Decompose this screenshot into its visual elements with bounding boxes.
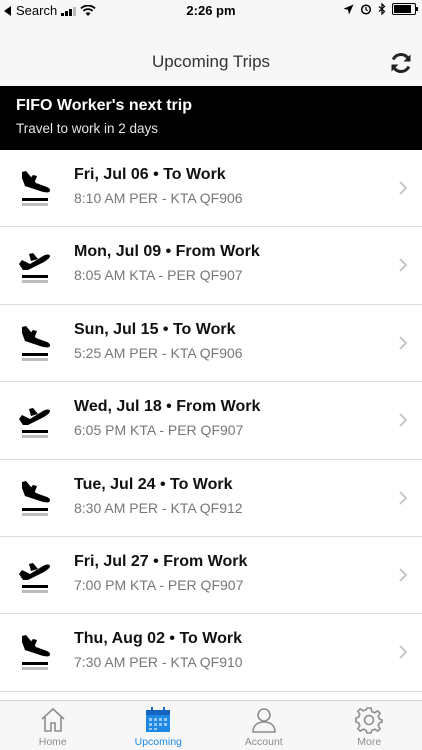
refresh-icon[interactable] bbox=[388, 50, 414, 76]
person-icon bbox=[251, 708, 276, 733]
trip-title: Thu, Aug 02 • To Work bbox=[74, 630, 242, 648]
trip-row[interactable]: Tue, Jul 24 • To Work 8:30 AM PER - KTA … bbox=[0, 460, 422, 537]
battery-icon bbox=[392, 3, 418, 15]
trip-details: 7:30 AM PER - KTA QF910 bbox=[74, 654, 243, 671]
chevron-right-icon bbox=[399, 258, 408, 273]
tab-upcoming[interactable]: Upcoming bbox=[106, 701, 212, 750]
tab-label: Account bbox=[244, 736, 283, 748]
trip-row[interactable]: Wed, Jul 18 • From Work 6:05 PM KTA - PE… bbox=[0, 382, 422, 460]
trip-row[interactable]: Mon, Jul 09 • From Work 8:05 AM KTA - PE… bbox=[0, 227, 422, 305]
tab-more[interactable]: More bbox=[317, 701, 422, 750]
trip-title: Fri, Jul 27 • From Work bbox=[74, 552, 248, 570]
trip-row[interactable]: Sun, Jul 15 • To Work 5:25 AM PER - KTA … bbox=[0, 305, 422, 383]
chevron-right-icon bbox=[399, 568, 408, 582]
trip-details: 5:25 AM PER - KTA QF906 bbox=[74, 344, 243, 361]
tab-label: Home bbox=[38, 736, 67, 748]
gear-icon bbox=[355, 707, 384, 734]
trip-details: 8:30 AM PER - KTA QF912 bbox=[74, 499, 243, 516]
trip-row[interactable]: Fri, Jul 06 • To Work 8:10 AM PER - KTA … bbox=[0, 150, 422, 228]
chevron-right-icon bbox=[399, 645, 408, 660]
page-title: Upcoming Trips bbox=[151, 52, 271, 71]
banner-title: FIFO Worker's next trip bbox=[16, 97, 192, 114]
chevron-right-icon bbox=[399, 490, 408, 505]
banner-subtitle: Travel to work in 2 days bbox=[16, 121, 159, 136]
navigation-bar: Upcoming Trips bbox=[0, 22, 422, 86]
calendar-icon bbox=[146, 707, 171, 732]
chevron-right-icon bbox=[399, 181, 408, 195]
trip-details: 8:05 AM KTA - PER QF907 bbox=[74, 267, 243, 284]
bluetooth-icon bbox=[378, 3, 386, 15]
trip-details: 8:10 AM PER - KTA QF906 bbox=[74, 190, 243, 206]
trip-title: Fri, Jul 06 • To Work bbox=[74, 166, 226, 183]
trip-title: Wed, Jul 18 • From Work bbox=[74, 398, 261, 416]
plane-takeoff-icon bbox=[19, 562, 50, 593]
plane-landing-icon bbox=[22, 325, 51, 361]
tab-home[interactable]: Home bbox=[0, 701, 106, 750]
plane-landing-icon bbox=[22, 635, 51, 671]
next-trip-banner: FIFO Worker's next trip Travel to work i… bbox=[0, 86, 422, 150]
tab-label: More bbox=[357, 736, 382, 748]
status-bar: Search 2:26 pm bbox=[0, 0, 422, 22]
trip-row[interactable]: Fri, Jul 27 • From Work 7:00 PM KTA - PE… bbox=[0, 537, 422, 615]
chevron-right-icon bbox=[399, 413, 408, 427]
status-right bbox=[343, 3, 418, 15]
location-arrow-icon bbox=[343, 4, 354, 14]
plane-takeoff-icon bbox=[19, 253, 50, 284]
plane-takeoff-icon bbox=[19, 408, 50, 439]
trip-list: Fri, Jul 06 • To Work 8:10 AM PER - KTA … bbox=[0, 150, 422, 700]
tab-bar: Home Upcoming Account More bbox=[0, 700, 422, 750]
chevron-right-icon bbox=[399, 336, 408, 350]
trip-details: 7:00 PM KTA - PER QF907 bbox=[74, 576, 244, 593]
plane-landing-icon bbox=[22, 171, 51, 206]
trip-title: Sun, Jul 15 • To Work bbox=[74, 320, 236, 338]
tab-account[interactable]: Account bbox=[211, 701, 317, 750]
tab-label: Upcoming bbox=[134, 736, 182, 748]
trip-title: Tue, Jul 24 • To Work bbox=[74, 475, 233, 493]
trip-row[interactable]: Thu, Aug 02 • To Work 7:30 AM PER - KTA … bbox=[0, 614, 422, 692]
plane-landing-icon bbox=[22, 480, 51, 516]
trip-details: 6:05 PM KTA - PER QF907 bbox=[74, 422, 244, 439]
alarm-icon bbox=[360, 4, 372, 15]
home-icon bbox=[41, 707, 65, 732]
trip-title: Mon, Jul 09 • From Work bbox=[74, 243, 260, 261]
